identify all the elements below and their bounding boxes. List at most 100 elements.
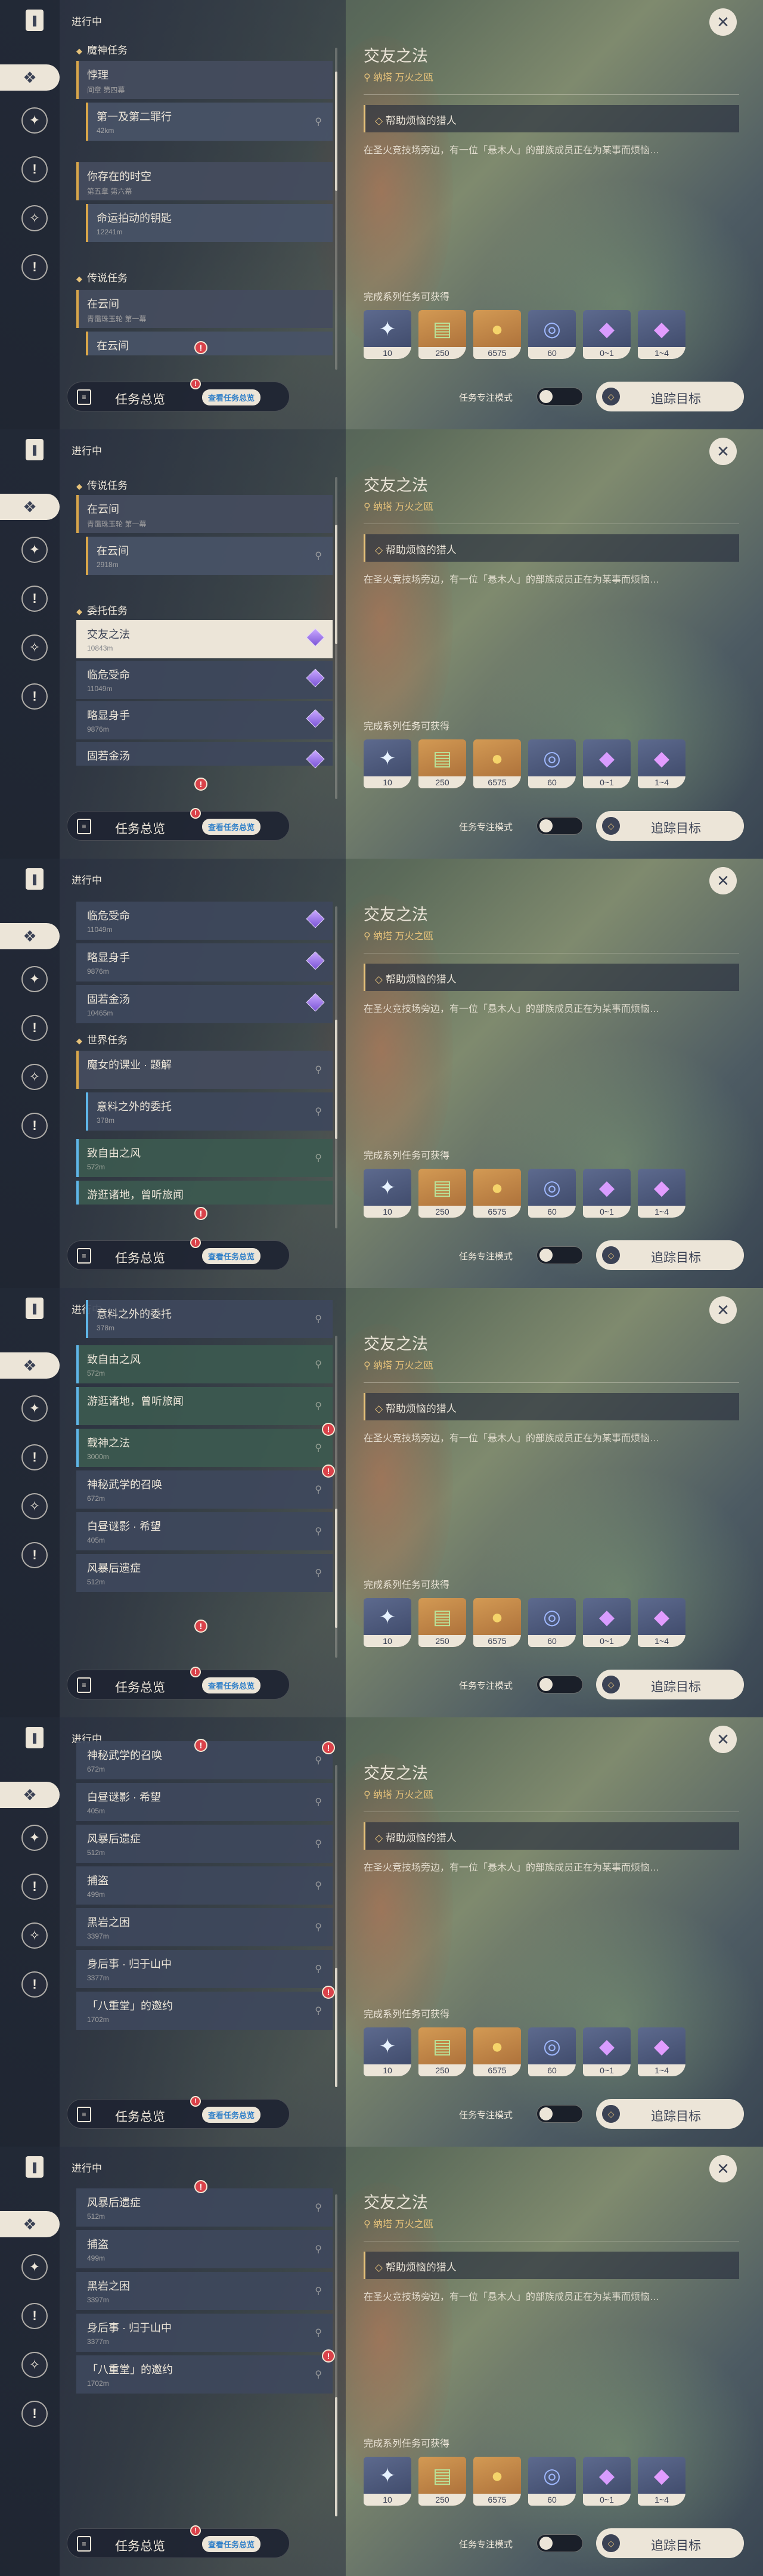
location-pin-icon[interactable]: ⚲ [315, 2202, 322, 2213]
location-pin-icon[interactable]: ⚲ [315, 116, 322, 128]
focus-mode-toggle[interactable] [536, 1246, 583, 1264]
all-quests-tab-icon[interactable]: ❖ [0, 923, 60, 949]
reward-item[interactable]: ✦ 10 [364, 1598, 411, 1647]
quest-book-icon[interactable]: ❚ [26, 1727, 44, 1748]
reward-item[interactable]: ◎ 60 [528, 2457, 576, 2506]
story-quests-tab-icon[interactable]: ! [21, 1015, 48, 1041]
quest-list-scrollbar[interactable] [335, 1336, 337, 1658]
location-pin-icon[interactable]: ⚲ [315, 1525, 322, 1537]
world-quests-tab-icon[interactable]: ! [21, 1113, 48, 1139]
quest-list-item[interactable]: 白昼谜影 · 希望 405m ⚲ [76, 1783, 333, 1821]
quest-list-item[interactable]: 风暴后遗症 512m ⚲ [76, 1554, 333, 1592]
track-objective-button[interactable]: ◇ 追踪目标 [596, 382, 744, 411]
focus-mode-toggle[interactable] [536, 388, 583, 405]
reward-item[interactable]: ● 6575 [473, 1169, 521, 1218]
reward-item[interactable]: ▤ 250 [418, 1598, 466, 1647]
close-icon[interactable]: ✕ [709, 1726, 737, 1753]
archon-quests-tab-icon[interactable]: ✦ [21, 2254, 48, 2280]
reward-item[interactable]: ◆ 0~1 [583, 1598, 631, 1647]
quest-list-item[interactable]: 捕盗 499m ⚲ [76, 1866, 333, 1905]
world-quests-tab-icon[interactable]: ! [21, 1542, 48, 1568]
reward-item[interactable]: ◎ 60 [528, 1598, 576, 1647]
quest-book-icon[interactable]: ❚ [26, 1298, 44, 1319]
reward-item[interactable]: ▤ 250 [418, 739, 466, 788]
quest-list-item[interactable]: 风暴后遗症 512m ⚲ [76, 2188, 333, 2227]
location-pin-icon[interactable]: ⚲ [315, 2368, 322, 2380]
quest-book-icon[interactable]: ❚ [26, 439, 44, 460]
track-objective-button[interactable]: ◇ 追踪目标 [596, 1670, 744, 1699]
world-quests-tab-icon[interactable]: ! [21, 254, 48, 280]
reward-item[interactable]: ◆ 1~4 [638, 739, 686, 788]
reward-item[interactable]: ◆ 0~1 [583, 1169, 631, 1218]
reward-item[interactable]: ◆ 1~4 [638, 1169, 686, 1218]
scroll-thumb[interactable] [335, 1968, 337, 2087]
quest-list-item[interactable]: 身后事 · 归于山中 3377m ⚲ [76, 1950, 333, 1988]
focus-mode-toggle[interactable] [536, 2534, 583, 2552]
reward-item[interactable]: ◆ 0~1 [583, 2457, 631, 2506]
quest-list-item[interactable]: 魔女的课业 · 题解 ⚲ [76, 1051, 333, 1089]
reward-item[interactable]: ▤ 250 [418, 2457, 466, 2506]
scroll-thumb[interactable] [335, 525, 337, 644]
location-pin-icon[interactable]: ⚲ [315, 1567, 322, 1579]
quest-list-item[interactable]: 意料之外的委托 378m ⚲ [86, 1092, 333, 1131]
quest-list-item[interactable]: 白昼谜影 · 希望 405m ⚲ [76, 1512, 333, 1550]
world-quests-tab-icon[interactable]: ! [21, 2401, 48, 2427]
quest-list-item[interactable]: 在云间 2918m ⚲ [86, 537, 333, 575]
quest-list-item[interactable]: 你存在的时空 第五章 第六幕 [76, 162, 333, 200]
track-objective-button[interactable]: ◇ 追踪目标 [596, 1240, 744, 1270]
track-objective-button[interactable]: ◇ 追踪目标 [596, 811, 744, 841]
quest-list-item[interactable]: 固若金汤 [76, 742, 333, 769]
location-pin-icon[interactable]: ⚲ [315, 1880, 322, 1891]
focus-mode-toggle[interactable] [536, 2105, 583, 2123]
quest-list-item[interactable]: 致自由之风 572m ⚲ [76, 1139, 333, 1177]
location-pin-icon[interactable]: ⚲ [315, 1106, 322, 1117]
reward-item[interactable]: ● 6575 [473, 1598, 521, 1647]
close-icon[interactable]: ✕ [709, 2155, 737, 2182]
reward-item[interactable]: ◎ 60 [528, 739, 576, 788]
close-icon[interactable]: ✕ [709, 438, 737, 465]
location-pin-icon[interactable]: ⚲ [315, 1921, 322, 1933]
world-quests-tab-icon[interactable]: ! [21, 1971, 48, 1998]
quest-list-item[interactable]: 黑岩之困 3397m ⚲ [76, 1908, 333, 1946]
all-quests-tab-icon[interactable]: ❖ [0, 1352, 60, 1379]
reward-item[interactable]: ● 6575 [473, 2457, 521, 2506]
location-pin-icon[interactable]: ⚲ [315, 1358, 322, 1370]
commissions-tab-icon[interactable]: ✧ [21, 205, 48, 231]
quest-list-scrollbar[interactable] [335, 477, 337, 799]
reward-item[interactable]: ▤ 250 [418, 2027, 466, 2076]
scroll-thumb[interactable] [335, 2397, 337, 2516]
reward-item[interactable]: ● 6575 [473, 739, 521, 788]
quest-list-item[interactable]: 悖理 间章 第四幕 [76, 61, 333, 99]
quest-list-item[interactable]: 意料之外的委托 378m ⚲ [86, 1300, 333, 1338]
location-pin-icon[interactable]: ⚲ [315, 1400, 322, 1412]
quest-list-item[interactable]: 在云间 青霭珠玉轮 第一幕 [76, 495, 333, 533]
reward-item[interactable]: ◆ 0~1 [583, 310, 631, 359]
quest-book-icon[interactable]: ❚ [26, 868, 44, 890]
reward-item[interactable]: ✦ 10 [364, 739, 411, 788]
quest-list-item[interactable]: 捕盗 499m ⚲ [76, 2230, 333, 2268]
quest-list-item[interactable]: 临危受命 11049m [76, 902, 333, 940]
quest-list-item[interactable]: 游逛诸地，曾听旅闻 [76, 1181, 333, 1205]
reward-item[interactable]: ◎ 60 [528, 310, 576, 359]
quest-list-item[interactable]: 固若金汤 10465m [76, 985, 333, 1023]
quest-list-item[interactable]: 身后事 · 归于山中 3377m ⚲ [76, 2314, 333, 2352]
quest-list-item[interactable]: 略显身手 9876m [76, 943, 333, 982]
quest-list-item[interactable]: 交友之法 10843m [76, 620, 333, 658]
quest-list-item[interactable]: 「八重堂」的邀约 1702m ⚲ [76, 1992, 333, 2030]
reward-item[interactable]: ✦ 10 [364, 1169, 411, 1218]
quest-list-scrollbar[interactable] [335, 2194, 337, 2516]
reward-item[interactable]: ◆ 1~4 [638, 2027, 686, 2076]
all-quests-tab-icon[interactable]: ❖ [0, 2211, 60, 2237]
location-pin-icon[interactable]: ⚲ [315, 2327, 322, 2339]
location-pin-icon[interactable]: ⚲ [315, 1313, 322, 1325]
reward-item[interactable]: ▤ 250 [418, 310, 466, 359]
quest-list-item[interactable]: 命运拍动的钥匙 12241m [86, 204, 333, 242]
quest-overview-button[interactable]: ≡ 任务总览 ! 查看任务总览 [67, 1237, 290, 1270]
location-pin-icon[interactable]: ⚲ [315, 1838, 322, 1850]
close-icon[interactable]: ✕ [709, 867, 737, 894]
quest-list-item[interactable]: 第一及第二罪行 42km ⚲ [86, 103, 333, 141]
commissions-tab-icon[interactable]: ✧ [21, 1064, 48, 1090]
location-pin-icon[interactable]: ⚲ [315, 550, 322, 562]
quest-book-icon[interactable]: ❚ [26, 10, 44, 31]
commissions-tab-icon[interactable]: ✧ [21, 1922, 48, 1949]
